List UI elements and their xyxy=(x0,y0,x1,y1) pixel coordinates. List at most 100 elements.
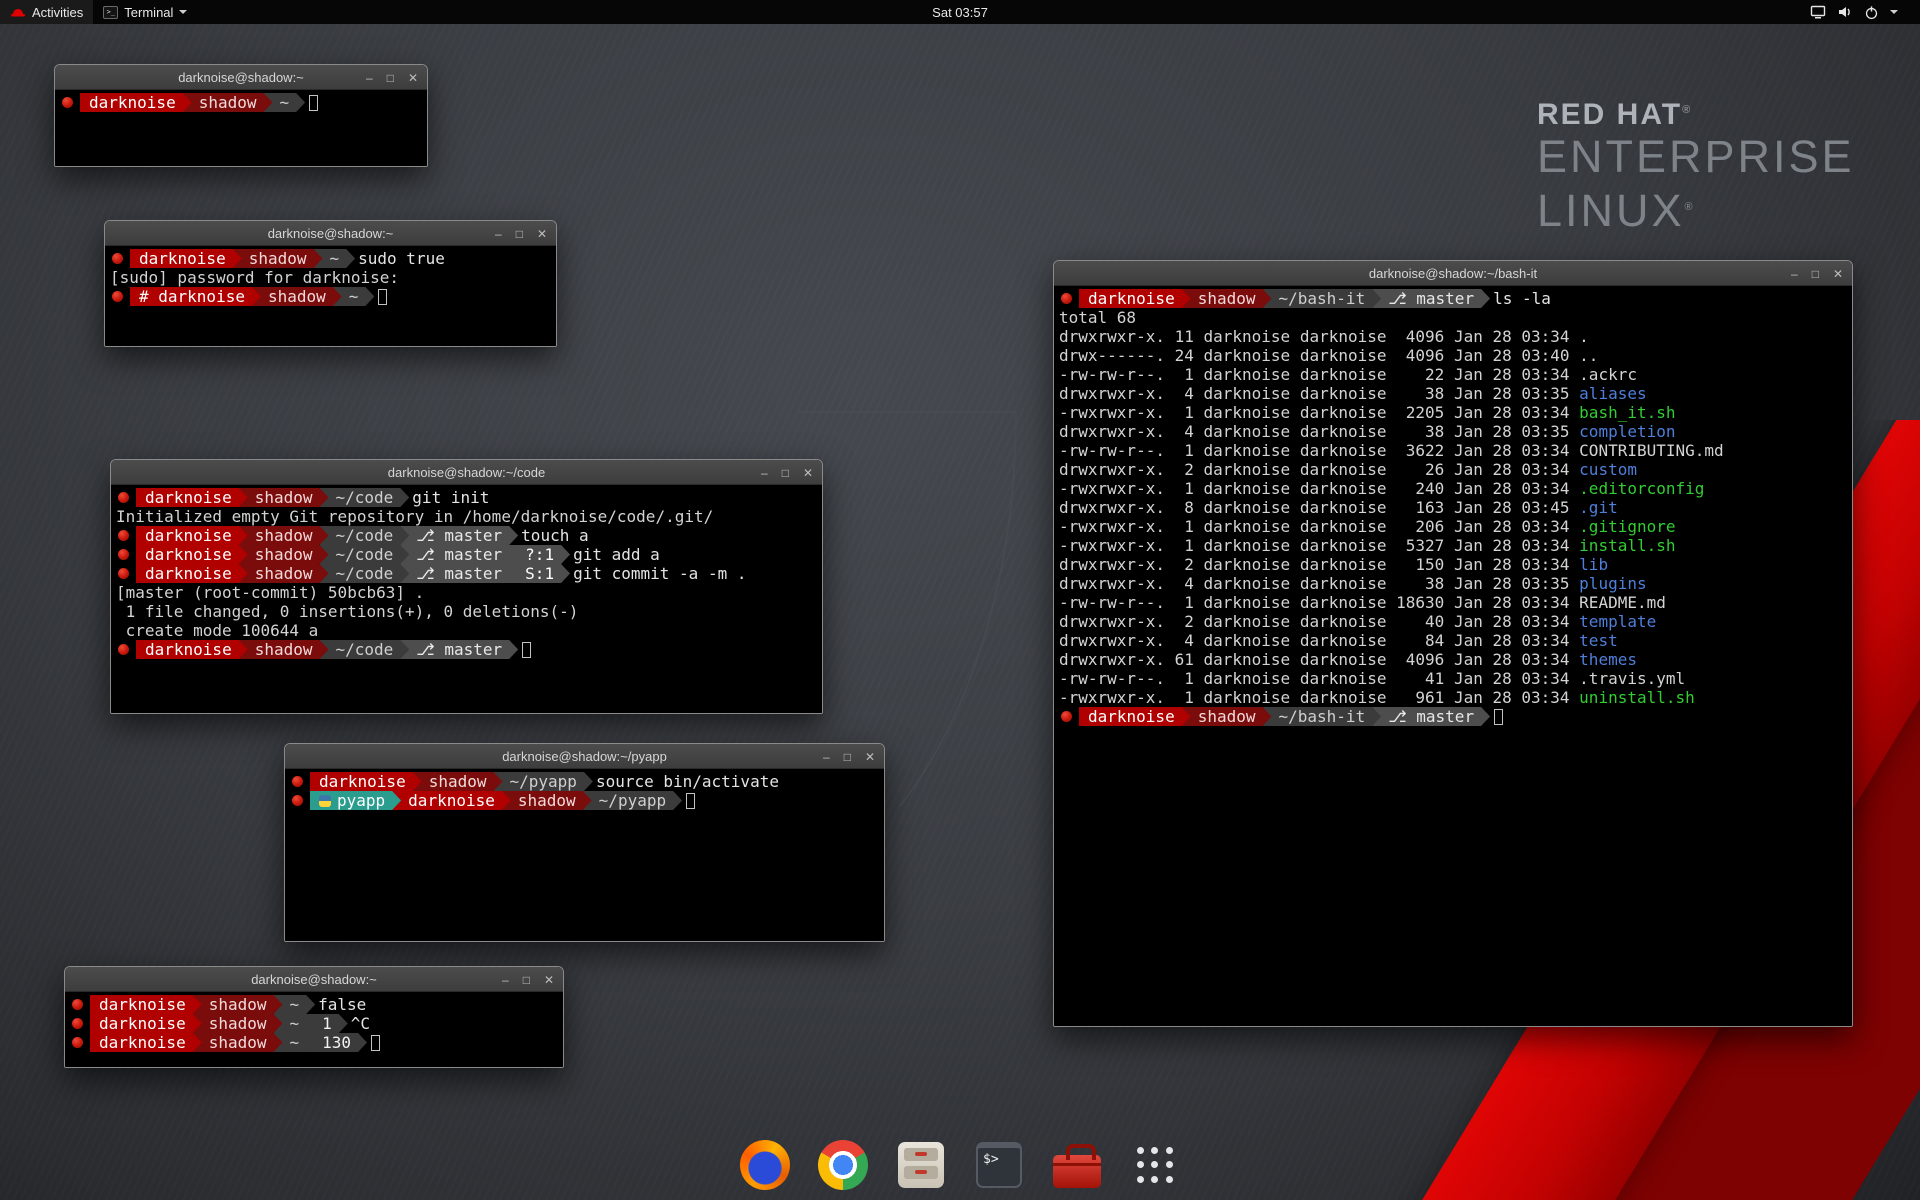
prompt-segment-user: darknoise xyxy=(136,488,248,507)
file-name: bash_it.sh xyxy=(1579,403,1675,422)
desktop: RED HAT® ENTERPRISE LINUX® Activities >_… xyxy=(0,0,1920,1200)
maximize-button[interactable]: □ xyxy=(844,751,851,763)
terminal-content[interactable]: darknoiseshadow~falsedarknoiseshadow~1^C… xyxy=(65,992,563,1067)
file-list-row: drwxrwxr-x. 2 darknoise darknoise 40 Jan… xyxy=(1059,612,1847,631)
command-text: source bin/activate xyxy=(596,772,779,791)
dock-item-toolbox[interactable] xyxy=(1050,1138,1104,1192)
minimize-button[interactable]: – xyxy=(1791,268,1798,280)
output-line: 1 file changed, 0 insertions(+), 0 delet… xyxy=(116,602,817,621)
file-list-row: drwxrwxr-x. 2 darknoise darknoise 150 Ja… xyxy=(1059,555,1847,574)
prompt-line: darknoiseshadow~/codegit init xyxy=(116,488,817,507)
minimize-button[interactable]: – xyxy=(366,72,373,84)
activities-label: Activities xyxy=(32,5,83,20)
close-button[interactable]: ✕ xyxy=(408,72,418,84)
window-title: darknoise@shadow:~/bash-it xyxy=(1054,261,1852,286)
dock-item-files[interactable] xyxy=(894,1138,948,1192)
file-list-row: drwxrwxr-x. 4 darknoise darknoise 38 Jan… xyxy=(1059,574,1847,593)
close-button[interactable]: ✕ xyxy=(544,974,554,986)
minimize-button[interactable]: – xyxy=(502,974,509,986)
prompt-icon xyxy=(112,253,123,264)
terminal-cursor xyxy=(522,642,531,658)
brand-line1: RED HAT xyxy=(1537,98,1682,131)
file-name: custom xyxy=(1579,460,1637,479)
maximize-button[interactable]: □ xyxy=(516,228,523,240)
prompt-segment-host: shadow xyxy=(239,564,329,583)
dock-item-firefox[interactable] xyxy=(738,1138,792,1192)
terminal-window-pyapp: darknoise@shadow:~/pyapp – □ ✕ darknoise… xyxy=(284,743,885,942)
app-menu[interactable]: >_ Terminal xyxy=(93,0,197,24)
prompt-segment-host: shadow xyxy=(233,249,323,268)
terminal-content[interactable]: darknoiseshadow~/pyappsource bin/activat… xyxy=(285,769,884,941)
command-text: ls -la xyxy=(1493,289,1551,308)
maximize-button[interactable]: □ xyxy=(387,72,394,84)
terminal-window-home-1: darknoise@shadow:~ – □ ✕ darknoiseshadow… xyxy=(54,64,428,167)
redhat-brand: RED HAT® ENTERPRISE LINUX® xyxy=(1537,98,1855,236)
prompt-line: darknoiseshadow~/pyappsource bin/activat… xyxy=(290,772,879,791)
file-name: plugins xyxy=(1579,574,1646,593)
prompt-segment-host: shadow xyxy=(239,545,329,564)
window-titlebar[interactable]: darknoise@shadow:~ – □ ✕ xyxy=(65,967,563,992)
minimize-button[interactable]: – xyxy=(823,751,830,763)
maximize-button[interactable]: □ xyxy=(523,974,530,986)
terminal-content[interactable]: darknoiseshadow~/codegit initInitialized… xyxy=(111,485,822,713)
window-titlebar[interactable]: darknoise@shadow:~ – □ ✕ xyxy=(55,65,427,90)
chevron-down-icon xyxy=(1890,10,1898,14)
prompt-icon xyxy=(1061,293,1072,304)
output-line: create mode 100644 a xyxy=(116,621,817,640)
maximize-button[interactable]: □ xyxy=(1812,268,1819,280)
minimize-button[interactable]: – xyxy=(761,467,768,479)
dock-item-chrome[interactable] xyxy=(816,1138,870,1192)
prompt-segment-user: darknoise xyxy=(90,1033,202,1052)
app-menu-label: Terminal xyxy=(124,5,173,20)
prompt-segment-host: shadow xyxy=(413,772,503,791)
prompt-line: darknoiseshadow~1^C xyxy=(70,1014,558,1033)
prompt-segment-host: shadow xyxy=(193,1014,283,1033)
prompt-icon xyxy=(1061,711,1072,722)
terminal-cursor xyxy=(686,793,695,809)
file-name: .git xyxy=(1579,498,1618,517)
file-name: .ackrc xyxy=(1579,365,1637,384)
file-name: aliases xyxy=(1579,384,1646,403)
volume-icon xyxy=(1837,5,1853,19)
terminal-content[interactable]: darknoiseshadow~/bash-it⎇ masterls -lato… xyxy=(1054,286,1852,1026)
window-titlebar[interactable]: darknoise@shadow:~ – □ ✕ xyxy=(105,221,556,246)
file-name: README.md xyxy=(1579,593,1666,612)
window-titlebar[interactable]: darknoise@shadow:~/pyapp – □ ✕ xyxy=(285,744,884,769)
output-line: [sudo] password for darknoise: xyxy=(110,268,551,287)
close-button[interactable]: ✕ xyxy=(1833,268,1843,280)
window-titlebar[interactable]: darknoise@shadow:~/code – □ ✕ xyxy=(111,460,822,485)
prompt-line: darknoiseshadow~/bash-it⎇ master xyxy=(1059,707,1847,726)
dock-item-terminal[interactable]: $> xyxy=(972,1138,1026,1192)
system-menu[interactable] xyxy=(1800,0,1908,24)
prompt-icon xyxy=(72,1037,83,1048)
file-name: .travis.yml xyxy=(1579,669,1685,688)
prompt-segment-user: darknoise xyxy=(80,93,192,112)
window-title: darknoise@shadow:~ xyxy=(65,967,563,992)
window-titlebar[interactable]: darknoise@shadow:~/bash-it – □ ✕ xyxy=(1054,261,1852,286)
prompt-segment-path: ~/bash-it xyxy=(1263,289,1382,308)
prompt-segment-user: darknoise xyxy=(90,995,202,1014)
registered-mark: ® xyxy=(1685,201,1696,213)
close-button[interactable]: ✕ xyxy=(537,228,547,240)
terminal-content[interactable]: darknoiseshadow~sudo true[sudo] password… xyxy=(105,246,556,346)
dock-item-app-grid[interactable] xyxy=(1128,1138,1182,1192)
minimize-button[interactable]: – xyxy=(495,228,502,240)
maximize-button[interactable]: □ xyxy=(782,467,789,479)
close-button[interactable]: ✕ xyxy=(865,751,875,763)
prompt-line: darknoiseshadow~/code⎇ masterS:1git comm… xyxy=(116,564,817,583)
activities-button[interactable]: Activities xyxy=(0,0,93,24)
prompt-segment-git: ⎇ master xyxy=(400,564,518,583)
terminal-content[interactable]: darknoiseshadow~ xyxy=(55,90,427,166)
prompt-segment-git: ⎇ master xyxy=(400,526,518,545)
prompt-icon xyxy=(118,549,129,560)
prompt-segment-path: ~/code xyxy=(320,545,410,564)
file-list-row: -rwxrwxr-x. 1 darknoise darknoise 961 Ja… xyxy=(1059,688,1847,707)
prompt-segment-path: ~/code xyxy=(320,640,410,659)
file-list-row: -rw-rw-r--. 1 darknoise darknoise 3622 J… xyxy=(1059,441,1847,460)
close-button[interactable]: ✕ xyxy=(803,467,813,479)
terminal-window-exitcodes: darknoise@shadow:~ – □ ✕ darknoiseshadow… xyxy=(64,966,564,1068)
prompt-icon xyxy=(118,568,129,579)
prompt-segment-user: darknoise xyxy=(136,545,248,564)
prompt-icon xyxy=(118,492,129,503)
clock[interactable]: Sat 03:57 xyxy=(932,5,988,20)
